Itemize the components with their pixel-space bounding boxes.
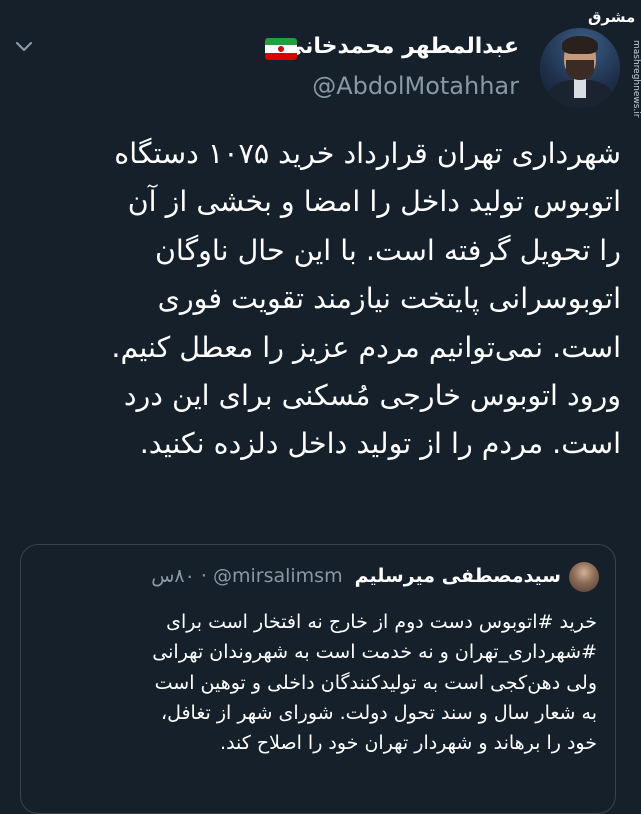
tweet-line: اتوبوسرانی پایتخت نیازمند تقویت فوری [157,282,621,316]
author-name[interactable]: عبدالمطهر محمدخانی [283,34,519,59]
tweet-card: مشرق mashreghnews.ir عبدالمطهر محمدخانی … [0,0,641,814]
quoted-text: خرید #اتوبوس دست دوم از خارج نه افتخار ا… [35,607,597,758]
quoted-tweet[interactable]: سیدمصطفی میرسلیم @mirsalimsm · ۸۰س خرید … [20,544,616,814]
quoted-line: به شعار سال و سند تحول دولت. شورای شهر ا… [160,701,597,724]
tweet-line: شهرداری تهران قرارداد خرید ۱۰۷۵ دستگاه [114,137,621,170]
separator-dot: · [200,565,207,587]
author-handle[interactable]: @AbdolMotahhar [312,72,519,100]
quoted-line: ولی دهن‌کجی است به تولیدکنندگان داخلی و … [154,671,597,694]
tweet-line: است. نمی‌توانیم مردم عزیز را معطل کنیم. [111,330,621,364]
avatar[interactable] [540,28,620,108]
quoted-author-name[interactable]: سیدمصطفی میرسلیم [355,565,561,587]
quoted-timestamp[interactable]: ۸۰س [151,565,195,587]
iran-flag-icon [265,38,297,60]
chevron-down-icon[interactable] [14,40,34,54]
tweet-line: را تحویل گرفته است. با این حال ناوگان [154,233,621,267]
quoted-line: #شهرداری_تهران و نه خدمت است به شهروندان… [152,641,597,664]
watermark-site: mashreghnews.ir [631,40,641,118]
quoted-header: سیدمصطفی میرسلیم @mirsalimsm · ۸۰س [151,565,561,587]
quoted-handle-text: @mirsalimsm [212,565,343,587]
tweet-line: ورود اتوبوس خارجی مُسکنی برای این درد [123,379,621,413]
quoted-line: خود را برهاند و شهردار تهران خود را اصلا… [220,732,597,755]
quoted-author-handle: @mirsalimsm [213,565,343,587]
tweet-text: شهرداری تهران قرارداد خرید ۱۰۷۵ دستگاه ا… [34,130,621,469]
quoted-line: خرید #اتوبوس دست دوم از خارج نه افتخار ا… [166,611,597,633]
quoted-avatar[interactable] [569,562,599,592]
watermark-logo: مشرق [588,8,636,26]
tweet-line: است. مردم را از تولید داخل دلزده نکنید. [139,427,621,461]
tweet-line: اتوبوس تولید داخل را امضا و بخشی از آن [127,185,621,219]
